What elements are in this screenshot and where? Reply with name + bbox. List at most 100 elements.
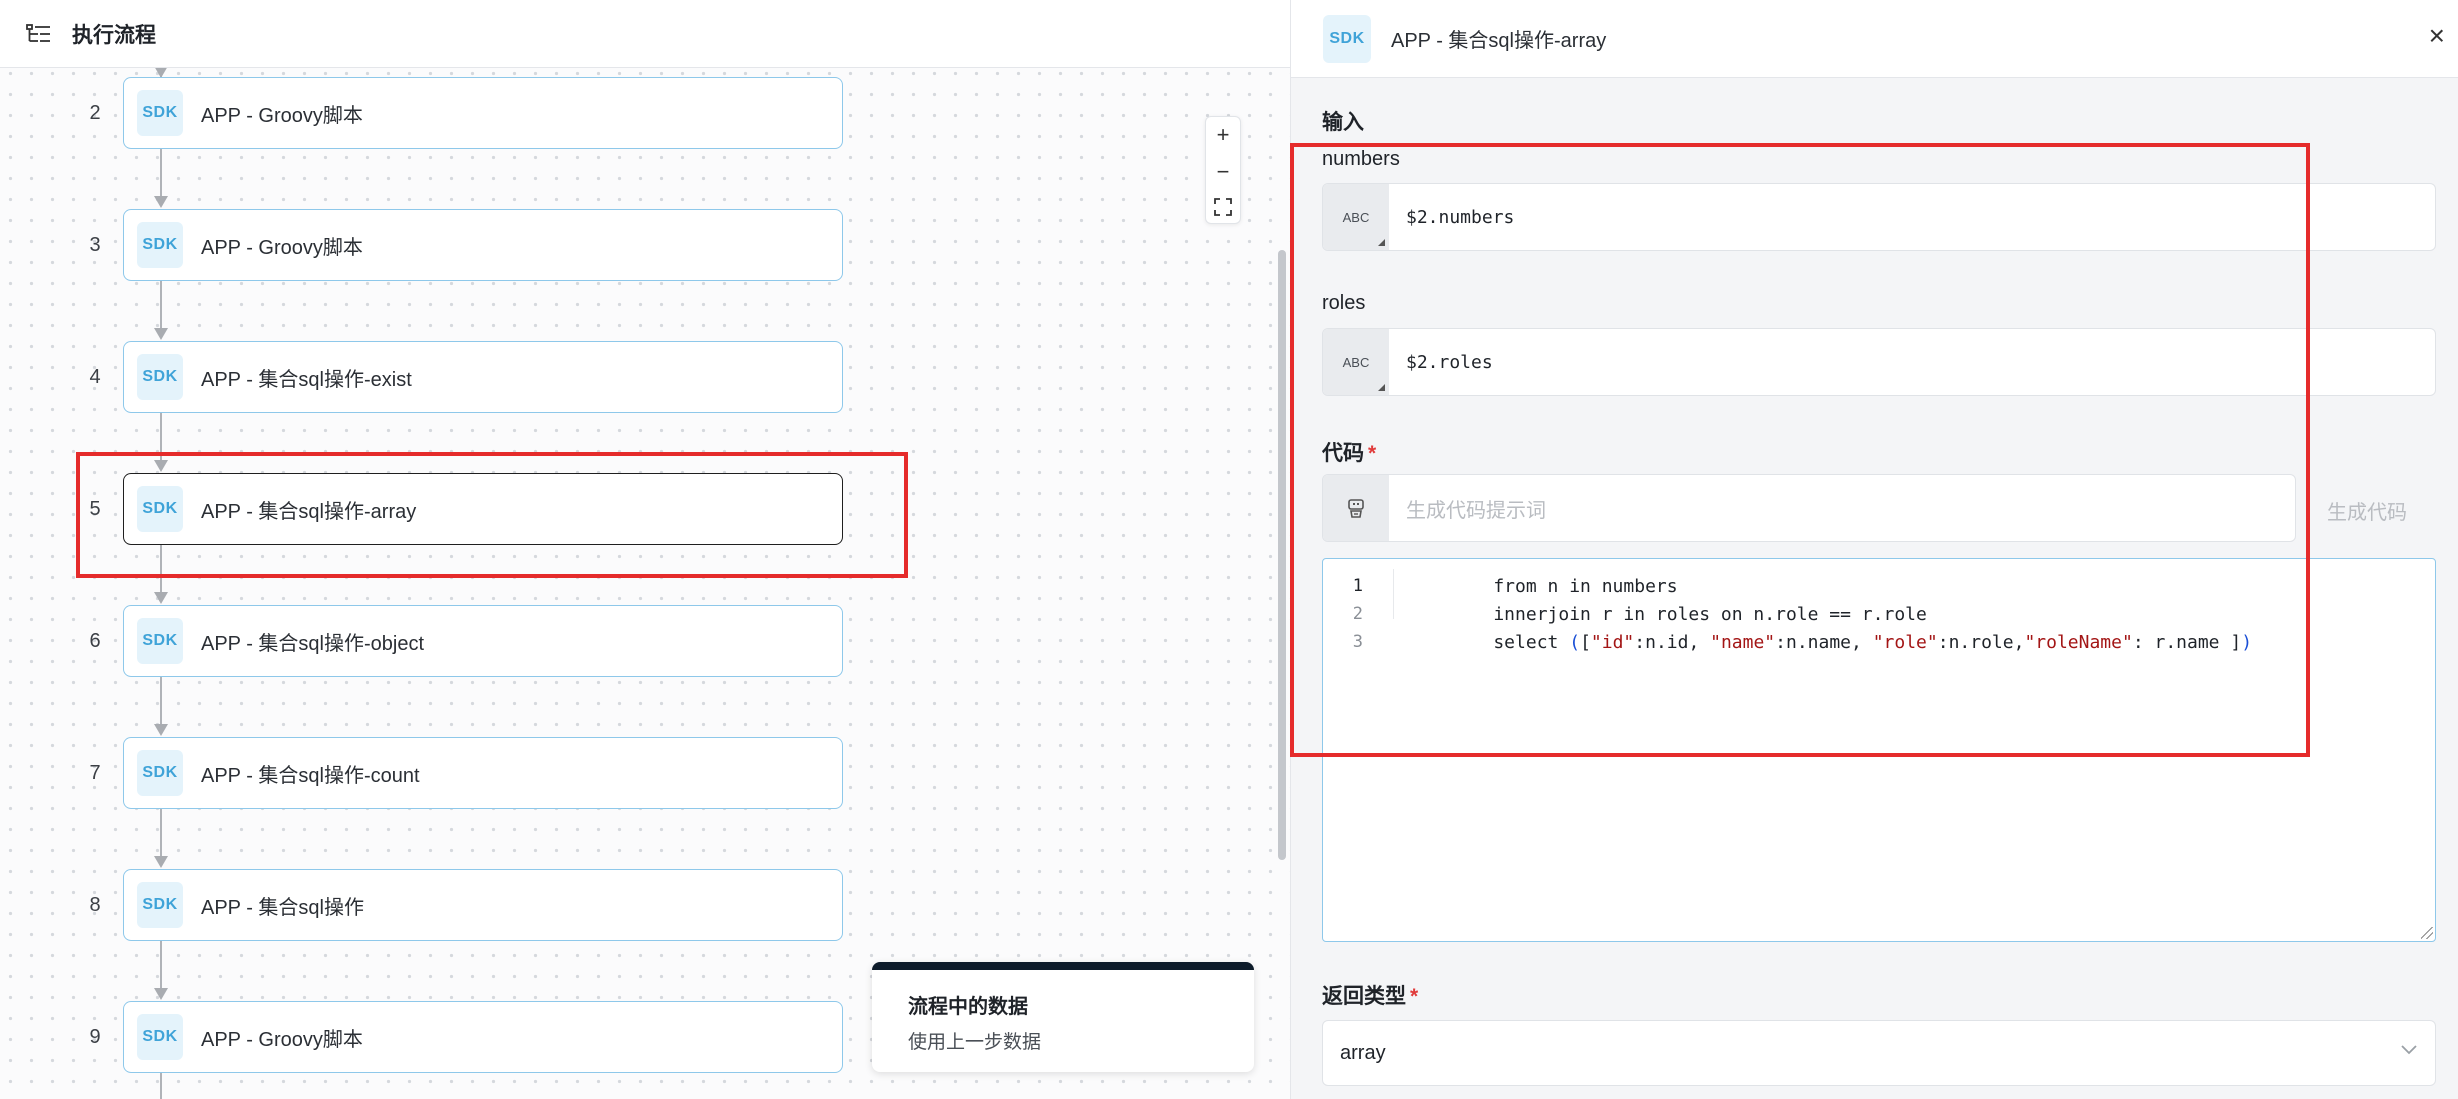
code-line: 3 select (["id":n.id, "name":n.name, "ro… xyxy=(1323,628,2252,656)
gutter-divider xyxy=(1393,569,1394,619)
node-label: APP - Groovy脚本 xyxy=(201,104,363,127)
resize-handle-icon[interactable] xyxy=(2421,927,2433,939)
step-number: 3 xyxy=(89,234,101,256)
connector-arrow xyxy=(154,724,168,736)
node-label: APP - Groovy脚本 xyxy=(201,1028,363,1051)
corner-triangle-icon xyxy=(1378,384,1385,391)
connector-line xyxy=(160,1072,162,1099)
return-type-value: array xyxy=(1340,1041,1386,1064)
flow-node-7[interactable]: SDK APP - 集合sql操作-count xyxy=(123,737,843,809)
flow-header: 执行流程 xyxy=(0,0,1290,68)
sdk-badge-icon: SDK xyxy=(137,222,183,268)
field-label-roles: roles xyxy=(1322,292,1366,314)
code-line: 1 from n in numbers xyxy=(1323,572,1678,600)
flow-node-9[interactable]: SDK APP - Groovy脚本 xyxy=(123,1001,843,1073)
flow-canvas[interactable]: 执行流程 2 SDK APP - Groovy脚本 3 SDK APP - Gr… xyxy=(0,0,1290,1099)
panel-header: SDK APP - 集合sql操作-array × xyxy=(1291,0,2458,78)
return-type-select[interactable]: array xyxy=(1322,1020,2436,1086)
connector-arrow xyxy=(154,592,168,604)
sdk-badge-icon: SDK xyxy=(137,750,183,796)
sdk-badge-icon: SDK xyxy=(137,354,183,400)
code-label: 代码 * xyxy=(1322,437,1376,467)
connector-line xyxy=(160,676,162,726)
code-prompt-input[interactable]: 生成代码提示词 xyxy=(1322,474,2296,542)
connector-line xyxy=(160,412,162,462)
sdk-badge-icon: SDK xyxy=(137,1014,183,1060)
step-number: 5 xyxy=(89,498,101,520)
flow-node-3[interactable]: SDK APP - Groovy脚本 xyxy=(123,209,843,281)
hint-title: 流程中的数据 xyxy=(908,996,1028,1018)
line-number: 1 xyxy=(1352,576,1363,596)
roles-value[interactable]: $2.roles xyxy=(1389,329,2435,395)
connector-arrow xyxy=(154,196,168,208)
flow-title: 执行流程 xyxy=(72,23,156,47)
line-number: 3 xyxy=(1352,632,1363,652)
canvas-scrollbar[interactable] xyxy=(1278,250,1286,860)
flow-node-6[interactable]: SDK APP - 集合sql操作-object xyxy=(123,605,843,677)
numbers-input[interactable]: ABC $2.numbers xyxy=(1322,183,2436,251)
field-label-numbers: numbers xyxy=(1322,148,1400,170)
sdk-badge-icon: SDK xyxy=(137,882,183,928)
flow-node-5[interactable]: SDK APP - 集合sql操作-array xyxy=(123,473,843,545)
sdk-badge-icon: SDK xyxy=(1323,14,1371,63)
step-number: 9 xyxy=(89,1026,101,1048)
connector-line xyxy=(160,280,162,330)
fit-view-icon[interactable] xyxy=(1214,197,1232,216)
flow-node-2[interactable]: SDK APP - Groovy脚本 xyxy=(123,77,843,149)
flow-node-4[interactable]: SDK APP - 集合sql操作-exist xyxy=(123,341,843,413)
robot-icon xyxy=(1323,475,1389,541)
node-label: APP - Groovy脚本 xyxy=(201,236,363,259)
corner-triangle-icon xyxy=(1378,239,1385,246)
flow-tree-icon xyxy=(26,23,50,42)
chevron-down-icon xyxy=(2401,1045,2417,1055)
roles-input[interactable]: ABC $2.roles xyxy=(1322,328,2436,396)
code-text: from n in numbers xyxy=(1450,575,1678,597)
step-number: 6 xyxy=(89,630,101,652)
type-chip-label: ABC xyxy=(1342,209,1370,225)
numbers-value[interactable]: $2.numbers xyxy=(1389,184,2435,250)
connector-line xyxy=(160,148,162,198)
required-mark: * xyxy=(1368,442,1377,465)
code-label-text: 代码 xyxy=(1322,442,1364,465)
node-label: APP - 集合sql操作 xyxy=(201,896,364,919)
generate-code-button[interactable]: 生成代码 xyxy=(2327,496,2407,525)
flow-node-8[interactable]: SDK APP - 集合sql操作 xyxy=(123,869,843,941)
zoom-controls: + − xyxy=(1205,116,1241,224)
data-hint-card: 流程中的数据 使用上一步数据 xyxy=(872,962,1254,1072)
connector-arrow xyxy=(154,460,168,472)
type-selector[interactable]: ABC xyxy=(1323,329,1389,395)
step-number: 7 xyxy=(89,762,101,784)
return-type-label: 返回类型 * xyxy=(1322,980,1418,1010)
connector-line xyxy=(160,808,162,858)
code-editor[interactable]: 1 from n in numbers 2 innerjoin r in rol… xyxy=(1322,558,2436,942)
node-label: APP - 集合sql操作-count xyxy=(201,764,420,787)
code-line: 2 innerjoin r in roles on n.role == r.ro… xyxy=(1323,600,1927,628)
node-label: APP - 集合sql操作-array xyxy=(201,500,417,523)
required-mark: * xyxy=(1410,985,1419,1008)
connector-arrow xyxy=(154,328,168,340)
step-number: 2 xyxy=(89,102,101,124)
connector-line xyxy=(160,544,162,594)
step-number: 4 xyxy=(89,366,101,388)
connector-arrow xyxy=(154,856,168,868)
connector-arrow xyxy=(154,988,168,1000)
node-config-panel: SDK APP - 集合sql操作-array × 输入 numbers ABC… xyxy=(1290,0,2458,1099)
connector-line xyxy=(160,940,162,990)
code-text: innerjoin r in roles on n.role == r.role xyxy=(1450,603,1927,625)
close-icon[interactable]: × xyxy=(2429,22,2445,50)
zoom-out-button[interactable]: − xyxy=(1217,160,1230,183)
sdk-badge-icon: SDK xyxy=(137,486,183,532)
zoom-in-button[interactable]: + xyxy=(1217,124,1230,146)
node-label: APP - 集合sql操作-exist xyxy=(201,368,412,391)
type-chip-label: ABC xyxy=(1342,354,1370,370)
code-text: select (["id":n.id, "name":n.name, "role… xyxy=(1450,631,2253,653)
return-type-label-text: 返回类型 xyxy=(1322,985,1406,1008)
hint-description: 使用上一步数据 xyxy=(908,1032,1042,1053)
line-number: 2 xyxy=(1352,604,1363,624)
prompt-placeholder[interactable]: 生成代码提示词 xyxy=(1389,475,2295,541)
input-section-title: 输入 xyxy=(1322,111,1364,134)
panel-title: APP - 集合sql操作-array xyxy=(1391,30,1607,52)
sdk-badge-icon: SDK xyxy=(137,618,183,664)
type-selector[interactable]: ABC xyxy=(1323,184,1389,250)
sdk-badge-icon: SDK xyxy=(137,90,183,136)
